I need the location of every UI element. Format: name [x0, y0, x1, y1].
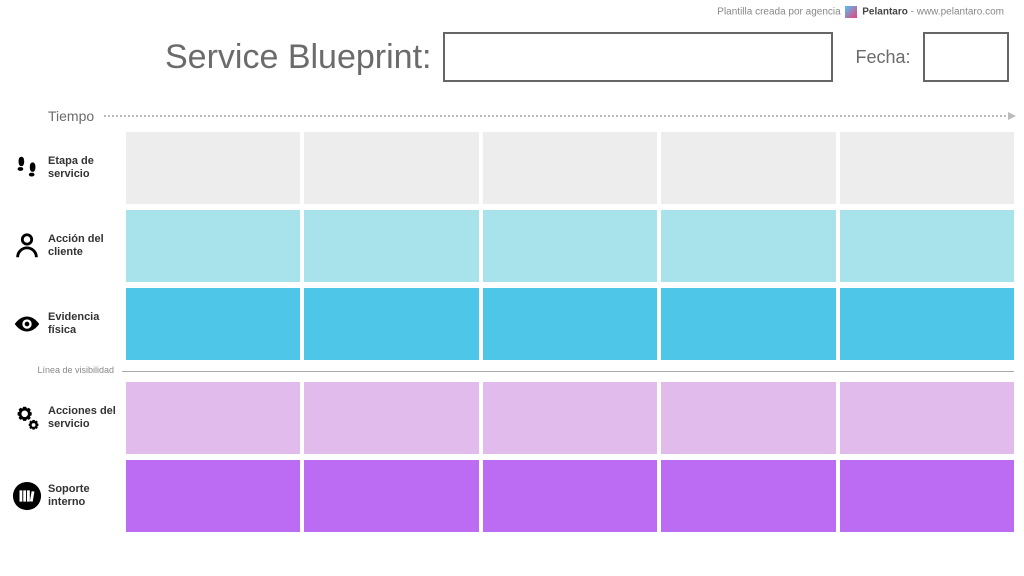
cell[interactable] — [661, 210, 835, 282]
cell[interactable] — [126, 382, 300, 454]
tiempo-axis: Tiempo — [48, 108, 1014, 124]
cell[interactable] — [483, 210, 657, 282]
row-label-evidencia: Evidencia física — [10, 288, 122, 360]
cell[interactable] — [661, 132, 835, 204]
cell[interactable] — [840, 132, 1014, 204]
row-label-soporte: Soporte interno — [10, 460, 122, 532]
cell[interactable] — [304, 460, 478, 532]
row-evidencia: Evidencia física — [10, 288, 1014, 360]
cell[interactable] — [840, 382, 1014, 454]
cells-soporte — [126, 460, 1014, 532]
cells-etapa — [126, 132, 1014, 204]
cell[interactable] — [483, 382, 657, 454]
person-icon — [12, 231, 42, 261]
visibility-line: Línea de visibilidad — [10, 362, 1014, 380]
row-label-text: Soporte interno — [48, 483, 122, 509]
fecha-input[interactable] — [923, 32, 1009, 82]
attribution-url: - www.pelantaro.com — [911, 7, 1004, 18]
attribution-brand: Pelantaro — [862, 7, 908, 18]
row-label-accion: Acción del cliente — [10, 210, 122, 282]
row-label-text: Etapa de servicio — [48, 155, 122, 181]
visibility-divider — [122, 371, 1014, 372]
library-icon — [12, 481, 42, 511]
cell[interactable] — [840, 460, 1014, 532]
row-label-text: Evidencia física — [48, 311, 122, 337]
cell[interactable] — [661, 382, 835, 454]
row-label-etapa: Etapa de servicio — [10, 132, 122, 204]
attribution: Plantilla creada por agencia Pelantaro -… — [717, 6, 1004, 18]
eye-icon — [12, 309, 42, 339]
cell[interactable] — [126, 288, 300, 360]
cell[interactable] — [304, 210, 478, 282]
row-label-servicio: Acciones del servicio — [10, 382, 122, 454]
cells-evidencia — [126, 288, 1014, 360]
cell[interactable] — [304, 132, 478, 204]
visibility-label: Línea de visibilidad — [10, 366, 122, 376]
cells-servicio — [126, 382, 1014, 454]
footprints-icon — [12, 153, 42, 183]
attribution-prefix: Plantilla creada por agencia — [717, 7, 840, 18]
gears-icon — [12, 403, 42, 433]
tiempo-label: Tiempo — [48, 108, 94, 124]
title-input[interactable] — [443, 32, 833, 82]
cells-accion — [126, 210, 1014, 282]
cell[interactable] — [661, 288, 835, 360]
row-soporte: Soporte interno — [10, 460, 1014, 532]
cell[interactable] — [483, 460, 657, 532]
cell[interactable] — [126, 210, 300, 282]
cell[interactable] — [304, 288, 478, 360]
row-etapa: Etapa de servicio — [10, 132, 1014, 204]
cell[interactable] — [304, 382, 478, 454]
fecha-label: Fecha: — [855, 47, 910, 68]
brand-logo-icon — [845, 6, 857, 18]
cell[interactable] — [483, 132, 657, 204]
cell[interactable] — [661, 460, 835, 532]
cell[interactable] — [126, 132, 300, 204]
row-accion: Acción del cliente — [10, 210, 1014, 282]
header: Service Blueprint: Fecha: — [0, 32, 1024, 82]
arrow-right-icon — [104, 115, 1014, 117]
row-label-text: Acción del cliente — [48, 233, 122, 259]
row-label-text: Acciones del servicio — [48, 405, 122, 431]
page-title: Service Blueprint: — [165, 38, 431, 77]
cell[interactable] — [483, 288, 657, 360]
cell[interactable] — [840, 288, 1014, 360]
cell[interactable] — [840, 210, 1014, 282]
blueprint-grid: Etapa de servicio Acción del cliente — [10, 132, 1014, 566]
cell[interactable] — [126, 460, 300, 532]
row-servicio: Acciones del servicio — [10, 382, 1014, 454]
